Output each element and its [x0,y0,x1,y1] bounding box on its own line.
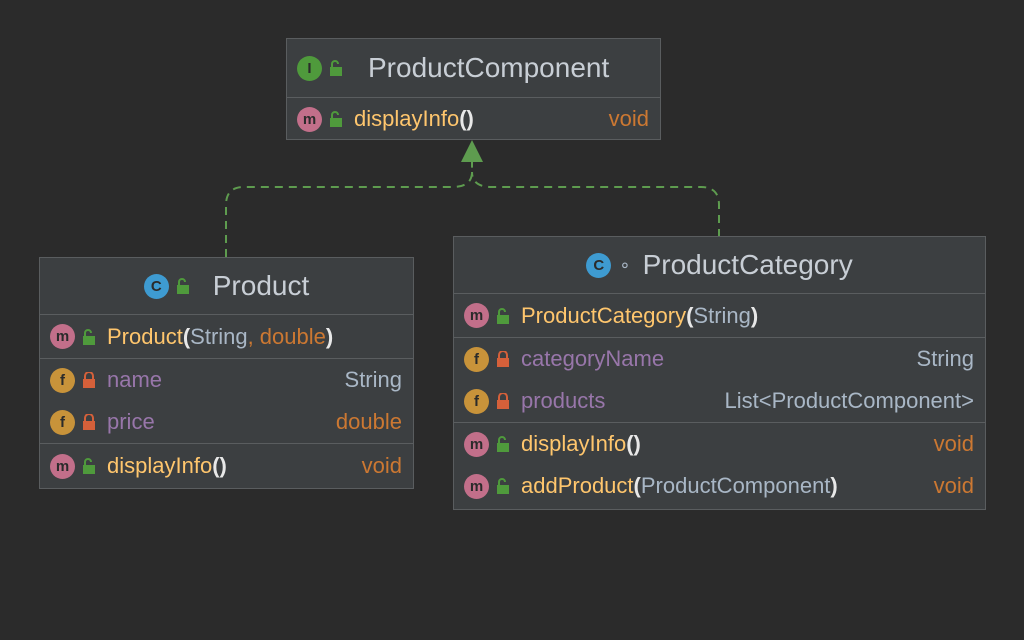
interface-header: I ProductComponent [287,39,660,98]
field-name: categoryName [521,346,665,371]
method-icon: m [297,106,322,132]
private-lock-icon [497,393,509,409]
constructor-section: m Product ( String , double ) [40,315,413,359]
field-icon: f [464,346,489,372]
constructor-row[interactable]: m Product ( String , double ) [40,315,413,358]
paren-close: ) [633,431,641,456]
method-name: displayInfo [521,431,627,456]
method-name: displayInfo [107,453,213,478]
interface-name: ProductComponent [368,52,610,83]
field-type: double [335,409,402,434]
class-product-category[interactable]: C ∘ ProductCategory m ProductCategory ( … [453,236,986,510]
public-unlock-icon [497,307,509,324]
field-row[interactable]: f products List<ProductComponent> [454,380,985,422]
paren-open: ( [686,302,694,328]
field-name: name [107,367,163,392]
param-separator: , [247,323,254,349]
method-icon: m [50,453,75,479]
uml-diagram: I ProductComponent m displayInfo ( ) voi… [0,0,1024,640]
interface-icon: I [297,55,322,81]
constructor-name: ProductCategory [521,302,687,328]
public-unlock-icon [497,478,509,494]
field-icon: f [50,409,75,435]
paren-open: ( [459,106,467,131]
return-type: void [933,431,974,456]
field-type: String [916,346,974,371]
class-product[interactable]: C Product m Product ( String , double ) … [39,257,414,489]
public-unlock-icon [497,436,509,452]
methods-section: m displayInfo ( ) void m addProduct ( Pr… [454,423,985,507]
field-row[interactable]: f name String [40,359,413,401]
private-lock-icon [83,414,95,430]
param-type: double [259,323,326,349]
private-lock-icon [497,351,509,367]
constructor-name: Product [107,323,183,349]
public-unlock-icon [83,458,95,474]
field-icon: f [50,367,75,393]
paren-close: ) [466,106,474,131]
paren-close: ) [830,473,838,498]
param-type: ProductComponent [640,473,831,498]
class-header: C ∘ ProductCategory [454,237,985,294]
edge-category-to-interface [471,171,720,237]
field-type: String [344,367,402,392]
package-private-icon: ∘ [619,254,631,275]
paren-close: ) [219,453,227,478]
public-unlock-icon [330,60,342,76]
method-name: addProduct [521,473,634,498]
method-icon: m [464,431,489,457]
constructor-section: m ProductCategory ( String ) [454,294,985,338]
method-icon: m [464,473,489,499]
paren-open: ( [212,453,220,478]
class-header: C Product [40,258,413,315]
field-row[interactable]: f price double [40,401,413,443]
edge-product-to-interface [225,160,473,257]
field-type: List<ProductComponent> [724,388,975,413]
param-type: String [190,323,248,349]
method-icon: m [50,324,75,349]
field-name: products [521,388,606,413]
return-type: void [608,106,649,131]
paren-close: ) [750,302,759,328]
return-type: void [361,453,402,478]
class-name: Product [212,270,310,301]
paren-open: ( [633,473,641,498]
methods-section: m displayInfo ( ) void [40,444,413,488]
method-row[interactable]: m displayInfo ( ) void [454,423,985,465]
class-icon: C [143,273,169,299]
paren-open: ( [182,323,191,349]
public-unlock-icon [176,278,189,294]
public-unlock-icon [83,328,95,345]
method-row[interactable]: m addProduct ( ProductComponent ) void [454,465,985,507]
method-row[interactable]: m displayInfo ( ) void [40,444,413,488]
method-icon: m [464,303,489,328]
interface-methods: m displayInfo ( ) void [287,98,660,140]
param-type: String [693,302,751,328]
fields-section: f categoryName String f products List<Pr… [454,338,985,423]
field-icon: f [464,388,489,414]
paren-close: ) [325,323,334,349]
constructor-row[interactable]: m ProductCategory ( String ) [454,294,985,337]
public-unlock-icon [330,111,342,127]
paren-open: ( [626,431,634,456]
class-name: ProductCategory [642,249,853,280]
field-row[interactable]: f categoryName String [454,338,985,380]
interface-product-component[interactable]: I ProductComponent m displayInfo ( ) voi… [286,38,661,140]
private-lock-icon [83,372,95,388]
class-icon: C [586,252,612,278]
fields-section: f name String f price double [40,359,413,444]
return-type: void [933,473,974,498]
method-row[interactable]: m displayInfo ( ) void [287,98,660,140]
realization-arrowhead [461,140,483,162]
field-name: price [107,409,155,434]
method-name: displayInfo [354,106,460,131]
